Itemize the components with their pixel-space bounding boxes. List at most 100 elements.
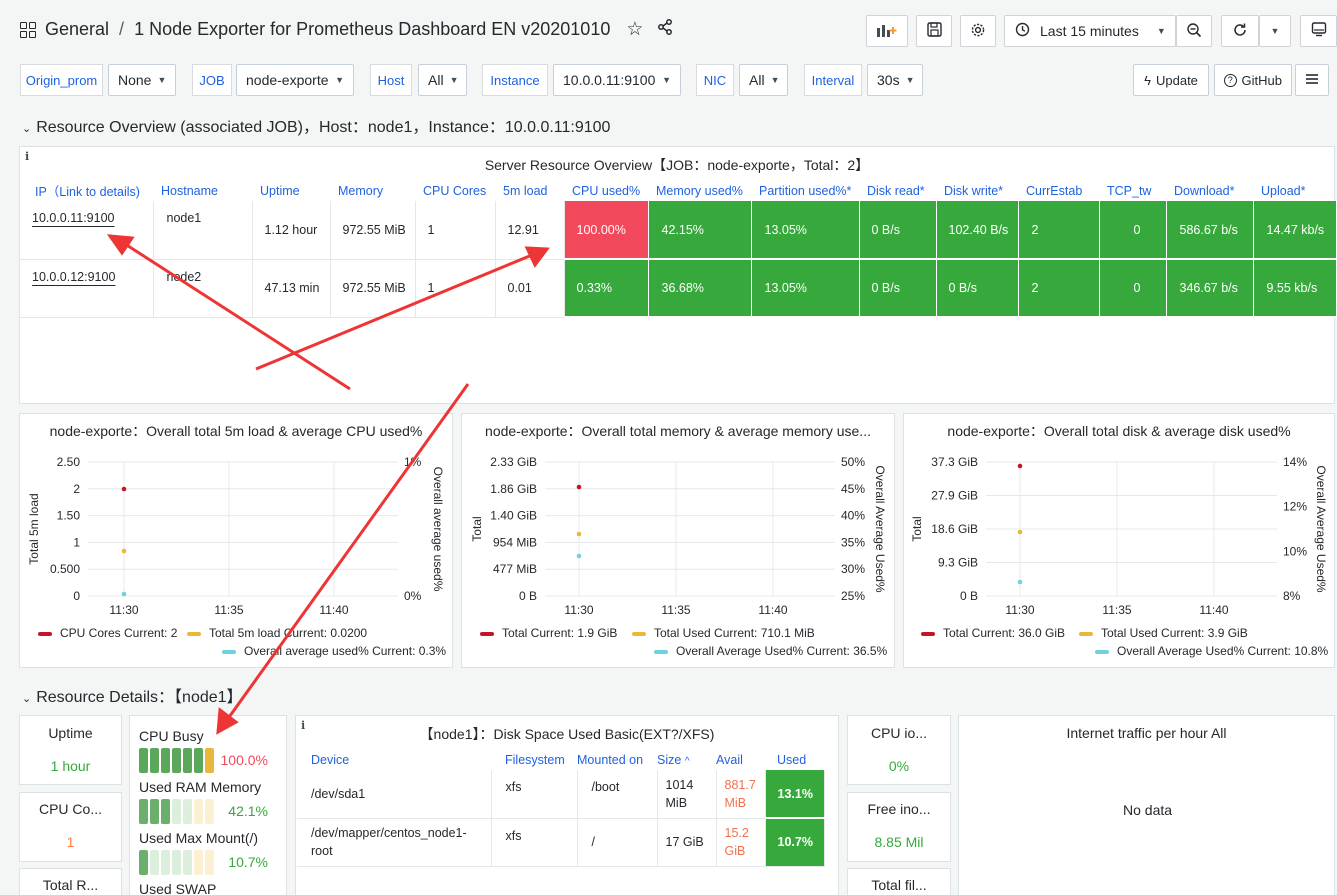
legend-swatch [480,632,494,636]
gauge-segment [205,748,214,773]
column-header[interactable]: Mounted on [577,750,657,770]
gauge-label: CPU Busy [139,728,204,744]
y-tick-label: 2.33 GiB [490,455,537,469]
gauge-segment [183,748,192,773]
y-right-tick-label: 14% [1283,455,1307,469]
total-ram-stat-panel: Total R... [19,868,122,895]
y-right-tick-label: 10% [1283,544,1307,558]
y-right-tick-label: 1% [404,455,422,469]
y-right-tick-label: 30% [841,562,865,576]
data-point [121,486,127,492]
y-tick-label: 9.3 GiB [938,556,978,570]
y-axis-label: Total [910,516,924,541]
column-header[interactable]: Used [765,750,824,770]
y-tick-label: 18.6 GiB [931,522,978,536]
row-header-resource-details[interactable]: ⌄ Resource Details：【node1】 [22,683,243,707]
legend-swatch [38,632,52,636]
column-header[interactable]: Device [297,750,491,770]
disk-space-table: Device Filesystem Mounted on Size ^ Avai… [297,750,825,867]
x-tick-label: 11:30 [564,603,593,617]
column-header[interactable]: Avail [716,750,765,770]
y-axis-label: Total [470,516,484,541]
y-right-tick-label: 50% [841,455,865,469]
cpu-iowait-stat-panel: CPU io... 0% [847,715,951,785]
gauge-segment [139,799,148,824]
y-tick-label: 1.86 GiB [490,482,537,496]
stat-value: 8.85 Mil [874,834,924,850]
gauge-segment [183,850,192,875]
cpu-busy-gauge [139,748,214,773]
y-right-axis-label: Overall Average Used% [873,465,887,593]
y-right-tick-label: 40% [841,509,865,523]
legend-item: Total Current: 36.0 GiB [943,626,1065,640]
gauge-segment [161,850,170,875]
ram-used-gauge [139,799,214,824]
size-cell: 17 GiB [657,818,717,867]
y-right-tick-label: 25% [841,589,865,603]
y-tick-label: 2.50 [57,455,81,469]
gauge-segment [194,748,203,773]
table-header-row: Device Filesystem Mounted on Size ^ Avai… [297,750,824,770]
stat-title[interactable]: CPU io... [848,725,950,741]
mount-cell: / [577,818,658,867]
legend-item: Total Current: 1.9 GiB [502,626,617,640]
y-right-tick-label: 0% [404,589,422,603]
gauge-segment [172,799,181,824]
column-header-size[interactable]: Size ^ [657,750,716,770]
gauge-segment [205,850,214,875]
gauge-segment [183,799,192,824]
data-point [576,553,582,559]
gauge-value: 42.1% [228,803,268,819]
x-tick-label: 11:30 [109,603,138,617]
data-point [121,591,127,597]
panel-title[interactable]: 【node1】：Disk Space Used Basic(EXT?/XFS) [296,724,838,744]
table-row: /dev/mapper/centos_node1-root xfs / 17 G… [297,818,825,867]
legend-item: Overall Average Used% Current: 36.5% [676,644,888,658]
row-title: Resource Details：【node1】 [36,689,243,706]
column-header[interactable]: Filesystem [491,750,577,770]
stat-title[interactable]: Uptime [20,725,121,741]
used-cell: 10.7% [765,818,825,867]
legend-swatch [1095,650,1109,654]
x-tick-label: 11:40 [319,603,348,617]
gauge-segment [194,799,203,824]
no-data-label: No data [1123,802,1173,818]
legend-item: CPU Cores Current: 2 [60,626,178,640]
y-right-tick-label: 45% [841,482,865,496]
device-cell: /dev/mapper/centos_node1-root [297,818,492,867]
gauge-segment [172,748,181,773]
legend-item: Total Used Current: 710.1 MiB [654,626,815,640]
y-tick-label: 0 B [519,589,537,603]
stat-value: 1 [66,834,75,850]
gauge-label: Used RAM Memory [139,779,262,795]
legend-item: Total Used Current: 3.9 GiB [1101,626,1248,640]
filesystem-cell: xfs [491,818,578,867]
y-right-axis-label: Overall Average Used% [1314,465,1328,593]
avail-cell: 881.7 MiB [716,770,766,819]
gauge-value: 10.7% [228,854,268,870]
x-tick-label: 11:40 [1199,603,1228,617]
stat-title[interactable]: Total R... [20,877,121,893]
stat-title[interactable]: CPU Co... [20,801,121,817]
gauge-label: Used Max Mount(/) [139,830,259,846]
gauge-segment [150,799,159,824]
data-point [1017,463,1023,469]
internet-traffic-panel: Internet traffic per hour All No data [958,715,1335,895]
stat-title[interactable]: Total fil... [848,877,950,893]
data-point [576,484,582,490]
y-tick-label: 2 [73,482,80,496]
y-right-tick-label: 8% [1283,589,1301,603]
panel-title[interactable]: Internet traffic per hour All [959,725,1334,741]
y-right-tick-label: 12% [1283,500,1307,514]
bar-gauge-panel: CPU Busy 100.0% Used RAM Memory 42.1% Us… [129,715,287,895]
legend-swatch [632,632,646,636]
device-cell: /dev/sda1 [297,770,492,819]
y-tick-label: 477 MiB [493,562,537,576]
y-tick-label: 37.3 GiB [931,455,978,469]
legend-swatch [187,632,201,636]
y-tick-label: 954 MiB [493,535,537,549]
stat-title[interactable]: Free ino... [848,801,950,817]
mount-cell: /boot [577,770,658,819]
y-tick-label: 1 [73,535,80,549]
gauge-segment [150,748,159,773]
